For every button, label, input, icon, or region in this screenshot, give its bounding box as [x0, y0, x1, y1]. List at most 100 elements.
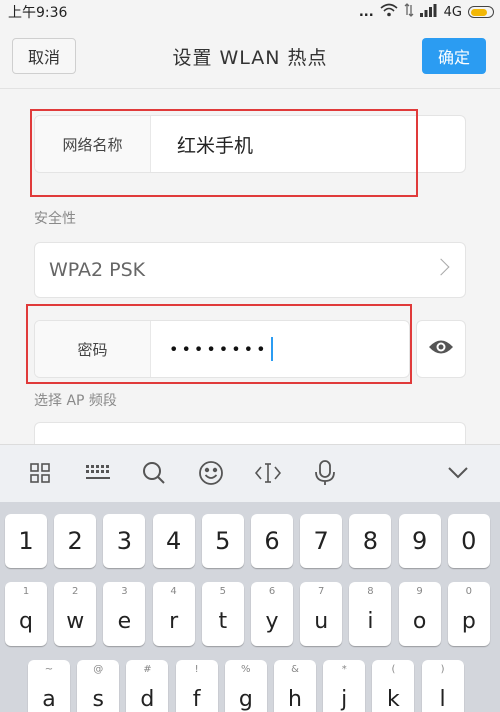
key-9[interactable]: 9 — [398, 514, 441, 568]
password-field[interactable]: 密码 •••••••• — [34, 320, 410, 378]
key-hint: # — [143, 664, 152, 675]
key-hint: 6 — [268, 586, 276, 597]
key-hint: * — [341, 664, 347, 675]
ap-band-section-label: 选择 AP 频段 — [34, 393, 117, 409]
network-name-input[interactable]: 红米手机 — [151, 131, 253, 158]
key-4[interactable]: 4 — [152, 514, 195, 568]
page-title: 设置 WLAN 热点 — [172, 46, 328, 69]
key-label: t — [218, 608, 228, 634]
key-hint: 4 — [170, 586, 177, 597]
key-l[interactable]: ) l — [421, 660, 464, 712]
key-w[interactable]: 2w — [54, 582, 97, 646]
key-hint: ( — [391, 664, 396, 675]
key-label: 9 — [411, 527, 428, 555]
key-o[interactable]: 9o — [398, 582, 441, 646]
battery-icon — [468, 6, 494, 18]
key-8[interactable]: 8 — [349, 514, 392, 568]
key-label: a — [42, 686, 56, 712]
soft-keyboard: 1234567890 1q2w3e4r5t6y7u8i9o0p ~ a @ s # d! f… — [0, 502, 500, 712]
key-label: 4 — [165, 527, 182, 555]
key-label: 1 — [18, 527, 34, 555]
key-3[interactable]: 3 — [103, 514, 146, 568]
key-2[interactable]: 2 — [54, 514, 97, 568]
key-hint: % — [241, 664, 251, 675]
key-label: f — [192, 686, 201, 712]
cellular-signal-icon — [419, 3, 438, 21]
password-dots: •••••••• — [169, 339, 269, 359]
key-k[interactable]: (k — [372, 660, 415, 712]
text-caret — [270, 337, 273, 361]
key-j[interactable]: * j — [323, 660, 366, 712]
battery-fill — [470, 8, 488, 16]
key-hint: ) — [440, 664, 445, 675]
security-value: WPA2 PSK — [49, 259, 146, 281]
key-label: j — [341, 686, 348, 712]
key-7[interactable]: 7 — [300, 514, 343, 568]
key-hint: 7 — [318, 586, 325, 597]
key-label: r — [169, 608, 179, 634]
key-label: p — [461, 608, 476, 634]
key-e[interactable]: 3e — [103, 582, 146, 646]
title-divider — [0, 88, 500, 89]
key-5[interactable]: 5 — [201, 514, 244, 568]
key-1[interactable]: 1 — [5, 514, 47, 568]
more-dots: ... — [358, 4, 374, 20]
chevron-right-icon — [432, 258, 450, 276]
key-hint: ~ — [44, 664, 54, 675]
data-transfer-icon — [404, 3, 414, 21]
key-label: i — [367, 608, 374, 634]
key-hint: @ — [93, 664, 104, 675]
key-label: 5 — [215, 527, 231, 555]
show-password-button[interactable] — [416, 320, 466, 378]
key-hint: 3 — [121, 586, 128, 597]
key-h[interactable]: & h — [274, 660, 316, 712]
key-p[interactable]: 0p — [447, 582, 490, 646]
key-0[interactable]: 0 — [447, 514, 490, 568]
cursor-icon[interactable] — [254, 459, 282, 487]
key-label: 8 — [362, 527, 379, 555]
key-s[interactable]: @ s — [77, 660, 120, 712]
key-label: e — [117, 608, 132, 634]
network-name-field[interactable]: 网络名称 红米手机 — [34, 115, 466, 173]
security-section-label: 安全性 — [34, 211, 76, 227]
emoji-icon[interactable] — [197, 459, 225, 487]
cancel-button[interactable]: 取消 — [12, 38, 76, 74]
key-label: h — [288, 686, 302, 712]
grid-icon[interactable] — [26, 459, 54, 487]
key-label: y — [265, 608, 279, 634]
key-r[interactable]: 4r — [152, 582, 195, 646]
key-g[interactable]: % g — [224, 660, 267, 712]
key-hint: ! — [194, 664, 199, 675]
key-y[interactable]: 6y — [251, 582, 293, 646]
key-label: u — [314, 608, 329, 634]
key-q[interactable]: 1q — [5, 582, 47, 646]
key-label: k — [387, 686, 400, 712]
key-6[interactable]: 6 — [251, 514, 293, 568]
keyboard-icon[interactable] — [84, 459, 112, 487]
key-label: 6 — [264, 527, 280, 555]
key-i[interactable]: 8i — [349, 582, 392, 646]
key-t[interactable]: 5t — [201, 582, 244, 646]
key-label: d — [140, 686, 155, 712]
network-type: 4G — [443, 4, 462, 20]
key-f[interactable]: ! f — [175, 660, 218, 712]
security-select[interactable]: WPA2 PSK — [34, 242, 466, 298]
status-time: 上午9:36 — [8, 5, 68, 21]
collapse-keyboard-icon[interactable] — [444, 459, 472, 487]
key-label: l — [439, 686, 446, 712]
key-hint: 9 — [416, 586, 423, 597]
search-icon[interactable] — [140, 459, 168, 487]
key-d[interactable]: # d — [126, 660, 169, 712]
key-a[interactable]: ~ a — [28, 660, 70, 712]
network-name-label: 网络名称 — [35, 116, 151, 172]
key-label: g — [238, 686, 253, 712]
status-icons: ... 4G — [359, 3, 494, 21]
keyboard-toolbar — [0, 444, 500, 502]
key-u[interactable]: 7u — [300, 582, 343, 646]
key-hint: 0 — [465, 586, 472, 597]
key-hint: 8 — [367, 586, 374, 597]
key-label: o — [412, 608, 427, 634]
confirm-button[interactable]: 确定 — [422, 38, 486, 74]
microphone-icon[interactable] — [311, 459, 339, 487]
password-input[interactable]: •••••••• — [151, 337, 273, 361]
